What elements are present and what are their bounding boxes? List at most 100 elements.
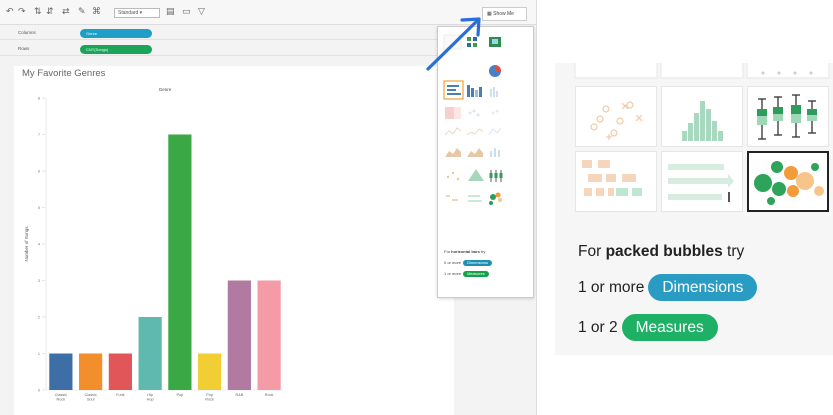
columns-shelf: Columns Genre [0, 27, 440, 40]
inset-dimensions-chip: Dimensions [648, 274, 758, 301]
inset-measures-requirement: 1 or 2 Measures [578, 314, 718, 342]
rows-shelf-label: Rows [18, 46, 30, 51]
undo-icon[interactable]: ↶ [6, 7, 14, 17]
gantt-chart-icon[interactable] [446, 195, 458, 201]
inset-hint-prefix: For [578, 243, 602, 260]
y-tick-label: 8 [38, 97, 40, 101]
sort-descending-icon[interactable]: ⇵ [46, 7, 54, 17]
bar [198, 353, 222, 390]
y-tick-label: 6 [38, 170, 40, 174]
show-me-dimensions-prefix: 0 or more [444, 260, 462, 265]
y-tick-label: 2 [38, 316, 40, 320]
fit-dropdown[interactable]: Standard ▾ [114, 8, 160, 18]
bar [227, 280, 251, 390]
show-me-measures-chip: Measures [463, 271, 489, 277]
histogram-icon [682, 101, 723, 141]
inset-hint-suffix: try [727, 243, 745, 260]
songs-count-pill[interactable]: CNT(Songs) [80, 45, 152, 54]
show-me-measures-prefix: 1 or more [444, 271, 462, 276]
bar [79, 353, 103, 390]
y-tick-label: 3 [38, 279, 40, 283]
x-tick-label: Classic Soul [85, 393, 97, 402]
packed-bubbles-icon [754, 161, 824, 205]
inset-scatter-plot-tile[interactable] [575, 86, 657, 147]
show-me-dimensions-chip: Dimensions [463, 260, 493, 266]
x-tick-label: R&B [235, 393, 243, 397]
dual-lines-icon[interactable] [488, 127, 502, 136]
bullet-graph-icon [668, 164, 734, 202]
inset-dimensions-requirement: 1 or more Dimensions [578, 274, 758, 302]
show-me-zoom-inset: For packed bubbles try 1 or more Dimensio… [555, 63, 833, 355]
y-tick-label: 7 [38, 133, 40, 137]
horizontal-bars-icon[interactable] [443, 80, 464, 100]
x-tick-label: Rock [265, 393, 274, 397]
show-me-hint-suffix: try [480, 249, 486, 254]
scatter-plot-icon [590, 101, 643, 140]
inset-top-partial-row [574, 63, 830, 79]
inset-hint-chart-type: packed bubbles [605, 243, 723, 260]
area-continuous-icon[interactable] [445, 148, 461, 157]
x-tick-label: Hip Hop [147, 393, 154, 402]
x-tick-label: Pop Rock [205, 393, 214, 402]
swap-icon[interactable]: ⇄ [62, 7, 70, 17]
area-discrete-icon[interactable] [467, 148, 483, 157]
show-me-hint: For horizontal bars try [444, 249, 485, 254]
bar-chart: Genre Number of Songs 0 1 2 3 4 5 6 7 8 Classic Rock… [24, 87, 284, 402]
treemap-icon[interactable] [445, 107, 461, 119]
lines-discrete-icon[interactable] [466, 128, 484, 136]
bar [49, 353, 73, 390]
genre-pill[interactable]: Genre [80, 29, 152, 38]
inset-gantt-chart-tile[interactable] [575, 151, 657, 212]
box-whisker-icon [757, 94, 817, 140]
inset-packed-bubbles-tile[interactable] [747, 151, 829, 212]
sheet-title: My Favorite Genres [22, 68, 106, 79]
scatter-plot-icon[interactable] [446, 171, 460, 181]
bar [138, 317, 162, 390]
pie-chart-icon[interactable] [489, 65, 501, 77]
show-me-dimensions-requirement: 0 or more Dimensions [444, 260, 493, 266]
presentation-icon[interactable]: ▭ [182, 7, 191, 17]
histogram-icon[interactable] [468, 169, 484, 181]
y-tick-label: 4 [38, 243, 40, 247]
fit-dropdown-label: Standard [118, 10, 139, 16]
group-icon[interactable]: ⌘ [92, 7, 101, 17]
lines-continuous-icon[interactable] [444, 127, 462, 136]
stage: ↶ ↷ ⇅ ⇵ ⇄ ✎ ⌘ Standard ▾ ▤ ▭ ▽ ▦ Show Me… [0, 0, 833, 415]
gantt-chart-icon [582, 160, 642, 196]
side-by-side-bars-icon[interactable] [490, 87, 498, 97]
show-me-label: Show Me [493, 11, 514, 17]
y-tick-label: 0 [38, 389, 40, 393]
stacked-bars-icon[interactable] [467, 85, 482, 97]
columns-shelf-label: Columns [18, 30, 36, 35]
show-me-measures-requirement: 1 or more Measures [444, 271, 489, 277]
highlight-icon[interactable]: ✎ [78, 7, 86, 17]
dual-combination-icon[interactable] [490, 148, 500, 157]
bullet-graph-icon[interactable] [468, 195, 482, 202]
inset-bullet-graph-tile[interactable] [661, 151, 743, 212]
x-tick-label: Funk [116, 393, 125, 397]
inset-measures-chip: Measures [621, 314, 718, 341]
show-me-hint-chart-type: horizontal bars [451, 249, 480, 254]
chart-title: Genre [159, 87, 172, 92]
pointer-arrow [426, 17, 481, 71]
filter-icon[interactable]: ▽ [198, 7, 205, 17]
y-tick-label: 5 [38, 206, 40, 210]
box-whisker-icon[interactable] [489, 170, 503, 182]
bar [257, 280, 281, 390]
inset-box-whisker-tile[interactable] [747, 86, 829, 147]
y-tick-label: 1 [38, 352, 40, 356]
show-me-hint-prefix: For [444, 249, 450, 254]
sort-ascending-icon[interactable]: ⇅ [34, 7, 42, 17]
x-tick-label: Pop [176, 393, 183, 397]
inset-measures-prefix: 1 or 2 [578, 319, 618, 336]
bar [108, 353, 132, 390]
inset-hint: For packed bubbles try [578, 243, 744, 261]
x-tick-label: Classic Rock [55, 393, 67, 402]
packed-bubbles-icon[interactable] [489, 192, 502, 206]
redo-icon[interactable]: ↷ [18, 7, 26, 17]
side-by-side-circles-icon[interactable] [491, 109, 499, 115]
inset-histogram-tile[interactable] [661, 86, 743, 147]
rows-shelf: Rows CNT(Songs) [0, 43, 440, 56]
labels-icon[interactable]: ▤ [166, 7, 175, 17]
circle-views-icon[interactable] [468, 109, 480, 117]
